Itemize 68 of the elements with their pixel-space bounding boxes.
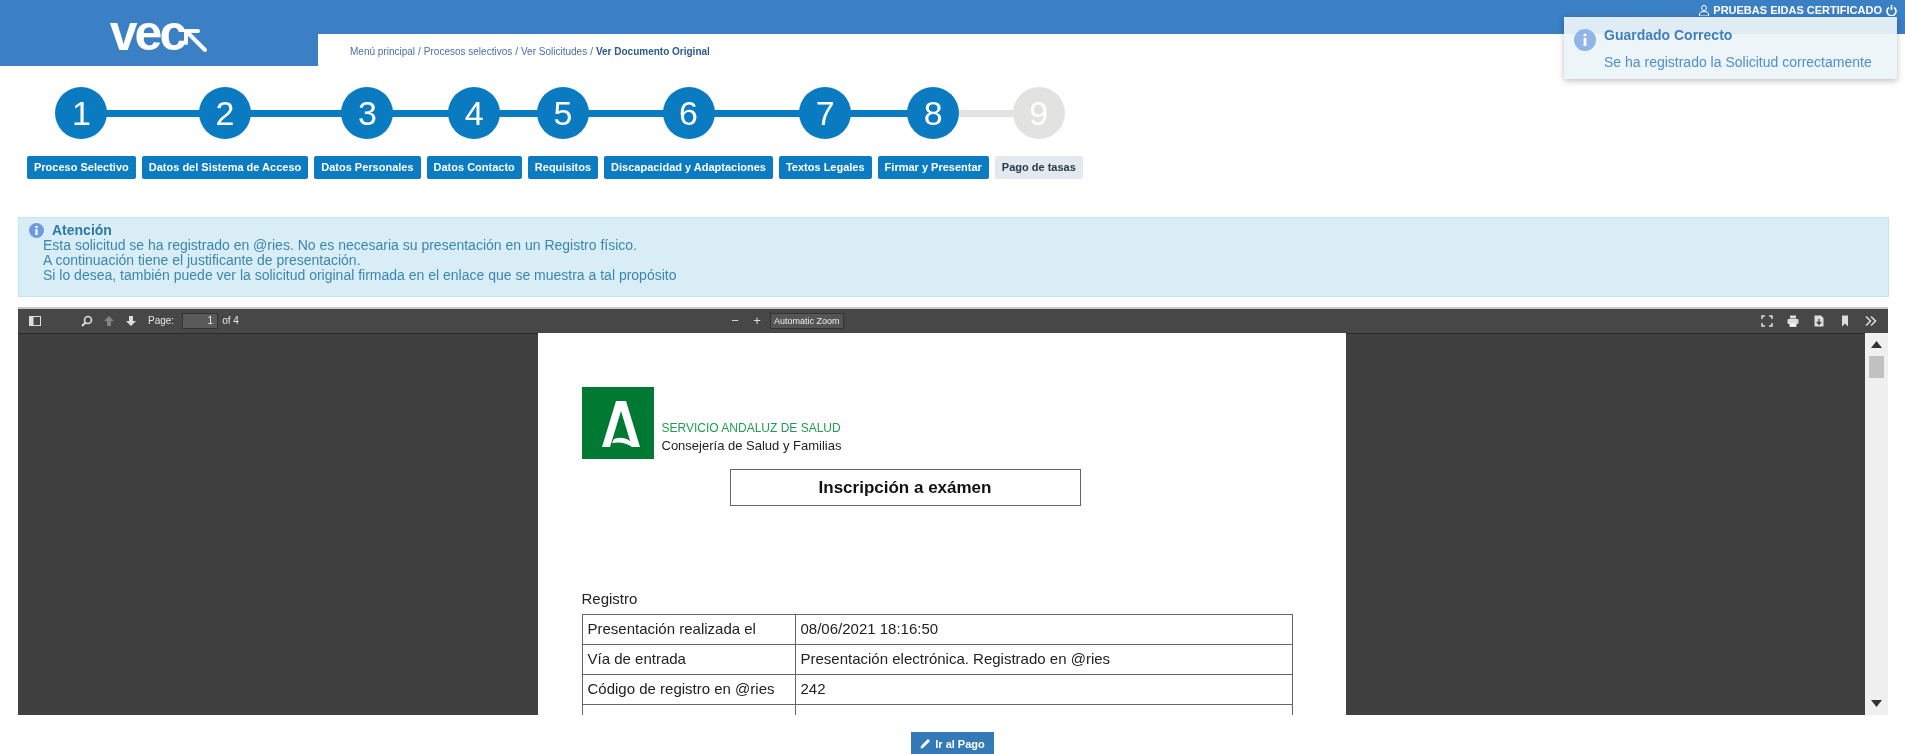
step-circle[interactable]: 3 bbox=[341, 87, 394, 139]
section-heading: Registro bbox=[581, 589, 639, 609]
alert-text: Esta solicitud se ha registrado en @ries. No es necesaria su presentación en un Registro físico. bbox=[42, 237, 638, 253]
table-cell: 08/06/2021 18:16:50 bbox=[795, 614, 1292, 644]
step-circle[interactable]: 4 bbox=[448, 87, 501, 139]
pencil-icon bbox=[920, 738, 932, 750]
step-label[interactable]: Datos Contacto bbox=[426, 156, 522, 179]
table-cell: Presentación electrónica. Registrado en @ries bbox=[795, 644, 1292, 674]
bookmark-icon bbox=[1839, 314, 1851, 327]
download-icon bbox=[1813, 314, 1825, 327]
fullscreen-icon bbox=[1761, 314, 1773, 327]
scrollbar[interactable] bbox=[1865, 332, 1888, 715]
step-circle[interactable]: 2 bbox=[199, 87, 251, 139]
arrow-down-icon bbox=[125, 314, 137, 327]
page-count: of 4 bbox=[222, 314, 239, 328]
agency-name: SERVICIO ANDALUZ DE SALUD bbox=[661, 419, 842, 437]
alert-text: A continuación tiene el justificante de presentación. bbox=[42, 252, 362, 268]
department-name: Consejería de Salud y Familias bbox=[661, 436, 842, 455]
breadcrumb-separator: / bbox=[590, 46, 593, 57]
toast-message: Se ha registrado la Solicitud correctamente bbox=[1604, 53, 1872, 72]
step-label[interactable]: Firmar y Presentar bbox=[877, 156, 989, 179]
scroll-thumb[interactable] bbox=[1869, 355, 1884, 378]
pay-button[interactable]: Ir al Pago bbox=[911, 731, 994, 754]
step-circle[interactable]: 1 bbox=[55, 87, 108, 139]
step-circle[interactable]: 8 bbox=[907, 87, 960, 139]
logo-text: vec bbox=[109, 8, 185, 58]
table-cell: Presentación realizada el bbox=[582, 614, 795, 644]
table-cell: 242 bbox=[795, 674, 1292, 704]
step-label[interactable]: Datos Personales bbox=[314, 156, 421, 179]
scroll-down-icon[interactable] bbox=[1871, 699, 1882, 707]
breadcrumb-link[interactable]: Procesos selectivos bbox=[423, 46, 513, 57]
double-chevron-icon bbox=[1865, 314, 1877, 327]
step-label[interactable]: Requisitos bbox=[527, 156, 599, 179]
step-label[interactable]: Proceso Selectivo bbox=[27, 156, 136, 179]
page-label: Page: bbox=[148, 314, 175, 328]
breadcrumb-current: Ver Documento Original bbox=[595, 46, 710, 57]
search-icon bbox=[81, 314, 93, 327]
agency-logo-icon bbox=[581, 386, 654, 459]
zoom-select[interactable]: Automatic Zoom bbox=[770, 312, 844, 329]
step-label[interactable]: Discapacidad y Adaptaciones bbox=[604, 156, 773, 179]
step-circle[interactable]: 6 bbox=[662, 87, 715, 139]
step-label[interactable]: Datos del Sistema de Acceso bbox=[141, 156, 309, 179]
zoom-out-button[interactable]: − bbox=[726, 311, 744, 330]
sidebar-toggle-icon bbox=[29, 314, 41, 327]
power-icon[interactable] bbox=[1886, 4, 1897, 16]
breadcrumb-link[interactable]: Menú principal bbox=[350, 46, 416, 57]
step-label[interactable]: Textos Legales bbox=[778, 156, 872, 179]
info-icon bbox=[29, 222, 44, 238]
breadcrumb-separator: / bbox=[418, 46, 421, 57]
user-icon[interactable] bbox=[1699, 4, 1710, 16]
toast-title: Guardado Correcto bbox=[1604, 26, 1734, 45]
breadcrumb-link[interactable]: Ver Solicitudes bbox=[521, 46, 588, 57]
scroll-up-icon[interactable] bbox=[1871, 340, 1882, 348]
alert-title: Atención bbox=[52, 222, 112, 238]
document-title: Inscripción a exámen bbox=[729, 468, 1081, 506]
arrow-up-icon bbox=[103, 314, 115, 327]
breadcrumb-separator: / bbox=[515, 46, 518, 57]
step-circle[interactable]: 7 bbox=[799, 87, 852, 139]
table-cell: Código de registro en @ries bbox=[582, 674, 795, 704]
user-name[interactable]: PRUEBAS EIDAS CERTIFICADO bbox=[1713, 2, 1882, 19]
step-circle[interactable]: 5 bbox=[536, 87, 589, 139]
step-label[interactable]: Pago de tasas bbox=[994, 156, 1083, 179]
table-cell: Vía de entrada bbox=[582, 644, 795, 674]
zoom-in-button[interactable]: + bbox=[748, 311, 766, 330]
page-number-field[interactable]: 1 bbox=[182, 312, 219, 329]
alert-text: Si lo desea, también puede ver la solicitud original firmada en el enlace que se muestra a tal propósito bbox=[42, 267, 678, 283]
info-icon bbox=[1574, 29, 1596, 51]
print-icon bbox=[1787, 314, 1799, 327]
